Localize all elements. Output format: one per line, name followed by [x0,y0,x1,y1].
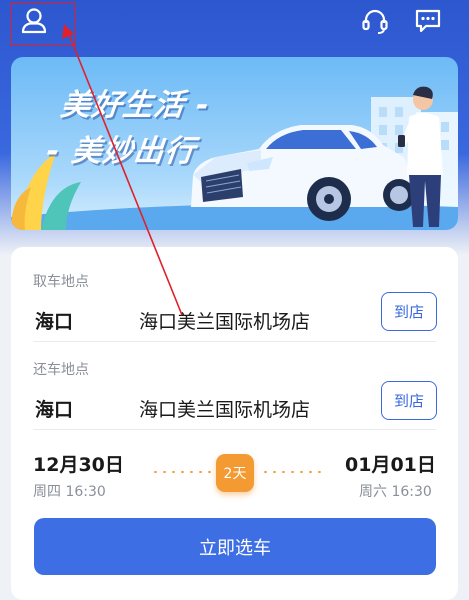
divider [33,341,436,342]
select-car-button[interactable]: 立即选车 [34,518,436,575]
pickup-city[interactable]: 海口 [35,307,73,334]
return-city[interactable]: 海口 [35,395,73,422]
chat-button[interactable] [411,4,445,38]
divider [33,429,436,430]
support-button[interactable] [358,4,392,38]
headset-icon [362,9,388,34]
return-label: 还车地点 [33,362,89,378]
return-time[interactable]: 周六 16:30 [359,481,432,501]
promo-banner[interactable]: 美好生活 - - 美妙出行 [11,57,458,230]
return-store[interactable]: 海口美兰国际机场店 [139,395,310,422]
pickup-time[interactable]: 周四 16:30 [33,481,106,501]
return-to-store-button[interactable]: 到店 [381,381,437,420]
banner-slogan-line2: - 美妙出行 [44,134,198,169]
date-connector-left [151,471,211,473]
annotation-box [10,3,76,46]
rental-duration-badge: 2天 [216,454,254,492]
date-connector-right [261,471,321,473]
pickup-store[interactable]: 海口美兰国际机场店 [139,307,310,334]
header [0,0,469,46]
pickup-label: 取车地点 [33,274,89,290]
banner-slogan-line1: 美好生活 - [58,88,212,123]
chat-icon [415,9,441,33]
return-date[interactable]: 01月01日 [345,450,436,477]
pickup-date[interactable]: 12月30日 [33,450,124,477]
booking-card: 取车地点 海口 海口美兰国际机场店 到店 还车地点 海口 海口美兰国际机场店 到… [11,247,458,600]
pickup-to-store-button[interactable]: 到店 [381,292,437,331]
